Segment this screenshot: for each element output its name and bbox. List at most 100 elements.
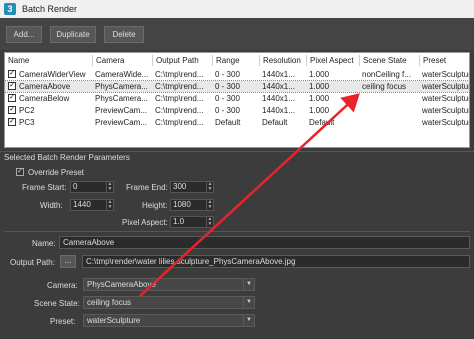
row-output-path: C:\tmp\rend... xyxy=(155,82,204,91)
pixel-aspect-label: Pixel Aspect: xyxy=(122,218,168,227)
table-row[interactable]: ✓ CameraWiderView CameraWide... C:\tmp\r… xyxy=(5,69,469,80)
column-header-resolution[interactable]: Resolution xyxy=(259,55,306,66)
batch-render-table[interactable]: Name Camera Output Path Range Resolution… xyxy=(4,52,470,148)
row-range: 0 - 300 xyxy=(215,70,240,79)
row-output-path: C:\tmp\rend... xyxy=(155,118,204,127)
scene-state-value: ceiling focus xyxy=(87,298,132,307)
width-spinner[interactable]: 1440 ▲ ▼ xyxy=(70,199,114,211)
camera-dropdown[interactable]: PhysCameraAbove ▼ xyxy=(83,278,255,291)
frame-start-value: 0 xyxy=(73,182,78,191)
spinner-arrows-icon[interactable]: ▲ ▼ xyxy=(206,182,213,192)
row-preset: waterSculpture xyxy=(422,70,469,79)
frame-start-spinner[interactable]: 0 ▲ ▼ xyxy=(70,181,114,193)
title-bar: 3 Batch Render xyxy=(0,0,474,18)
section-divider xyxy=(0,151,474,152)
row-preset: waterSculpture xyxy=(422,106,469,115)
row-name: PC3 xyxy=(19,118,35,127)
output-path-label: Output Path: xyxy=(10,258,55,267)
table-row[interactable]: ✓ PC3 PreviewCam... C:\tmp\rend... Defau… xyxy=(5,117,469,128)
row-resolution: 1440x1... xyxy=(262,70,295,79)
column-header-camera[interactable]: Camera xyxy=(92,55,152,66)
row-scene-state xyxy=(359,117,419,128)
column-header-scene-state[interactable]: Scene State xyxy=(359,55,419,66)
spinner-arrows-icon[interactable]: ▲ ▼ xyxy=(106,200,113,210)
row-pixel-aspect: 1.000 xyxy=(309,82,330,91)
spinner-arrows-icon[interactable]: ▲ ▼ xyxy=(206,217,213,227)
row-pixel-aspect: 1.000 xyxy=(309,70,330,79)
frame-end-spinner[interactable]: 300 ▲ ▼ xyxy=(170,181,214,193)
row-resolution: 1440x1... xyxy=(262,106,295,115)
column-header-pixel-aspect[interactable]: Pixel Aspect xyxy=(306,55,359,66)
table-row-selected[interactable]: ✓ CameraAbove PhysCamera... C:\tmp\rend.… xyxy=(5,80,469,93)
row-camera: PhysCamera... xyxy=(95,94,148,103)
row-camera: PhysCamera... xyxy=(95,82,148,91)
name-field[interactable]: CameraAbove xyxy=(59,236,470,249)
row-preset: waterSculpture xyxy=(422,82,469,91)
row-range: 0 - 300 xyxy=(215,106,240,115)
dropdown-arrow-icon[interactable]: ▼ xyxy=(243,279,254,290)
checkbox-icon[interactable]: ✓ xyxy=(16,168,24,176)
row-name: CameraBelow xyxy=(19,94,70,103)
camera-value: PhysCameraAbove xyxy=(87,280,156,289)
duplicate-button[interactable]: Duplicate xyxy=(50,26,96,43)
row-scene-state xyxy=(359,93,419,104)
browse-output-button[interactable]: ... xyxy=(60,255,76,268)
row-checkbox[interactable]: ✓ xyxy=(8,106,16,114)
row-range: Default xyxy=(215,118,241,127)
row-resolution: Default xyxy=(262,118,288,127)
height-label: Height: xyxy=(142,201,168,210)
row-output-path: C:\tmp\rend... xyxy=(155,106,204,115)
dropdown-arrow-icon[interactable]: ▼ xyxy=(243,297,254,308)
column-header-range[interactable]: Range xyxy=(212,55,259,66)
table-row[interactable]: ✓ PC2 PreviewCam... C:\tmp\rend... 0 - 3… xyxy=(5,105,469,116)
column-header-name[interactable]: Name xyxy=(5,55,92,66)
column-header-output-path[interactable]: Output Path xyxy=(152,55,212,66)
row-output-path: C:\tmp\rend... xyxy=(155,70,204,79)
spinner-arrows-icon[interactable]: ▲ ▼ xyxy=(206,200,213,210)
scene-state-label: Scene State: xyxy=(34,299,80,308)
preset-dropdown[interactable]: waterSculpture ▼ xyxy=(83,314,255,327)
pixel-aspect-value: 1.0 xyxy=(173,217,185,226)
row-camera: PreviewCam... xyxy=(95,118,148,127)
row-checkbox[interactable]: ✓ xyxy=(8,70,16,78)
row-name: CameraAbove xyxy=(19,82,71,91)
column-header-preset[interactable]: Preset xyxy=(419,55,469,66)
row-resolution: 1440x1... xyxy=(262,82,295,91)
preset-value: waterSculpture xyxy=(87,316,141,325)
section-title: Selected Batch Render Parameters xyxy=(4,153,130,162)
app-icon: 3 xyxy=(4,3,16,15)
delete-button[interactable]: Delete xyxy=(104,26,144,43)
row-preset: waterSculpture xyxy=(422,94,469,103)
frame-end-label: Frame End: xyxy=(126,183,168,192)
name-label: Name: xyxy=(32,239,56,248)
pixel-aspect-spinner[interactable]: 1.0 ▲ ▼ xyxy=(170,216,214,228)
width-label: Width: xyxy=(40,201,63,210)
camera-label: Camera: xyxy=(47,281,78,290)
row-output-path: C:\tmp\rend... xyxy=(155,94,204,103)
row-preset: waterSculpture xyxy=(422,118,469,127)
output-path-field[interactable]: C:\tmp\render\water lilies sculpture_Phy… xyxy=(82,255,470,268)
row-checkbox[interactable]: ✓ xyxy=(8,94,16,102)
divider xyxy=(4,231,470,232)
row-range: 0 - 300 xyxy=(215,94,240,103)
row-checkbox[interactable]: ✓ xyxy=(8,118,16,126)
add-button[interactable]: Add... xyxy=(6,26,42,43)
table-header: Name Camera Output Path Range Resolution… xyxy=(5,55,469,66)
row-checkbox[interactable]: ✓ xyxy=(8,82,16,90)
height-spinner[interactable]: 1080 ▲ ▼ xyxy=(170,199,214,211)
row-range: 0 - 300 xyxy=(215,82,240,91)
row-resolution: 1440x1... xyxy=(262,94,295,103)
dropdown-arrow-icon[interactable]: ▼ xyxy=(243,315,254,326)
row-pixel-aspect: 1.000 xyxy=(309,94,330,103)
row-pixel-aspect: 1.000 xyxy=(309,106,330,115)
frame-start-label: Frame Start: xyxy=(22,183,67,192)
toolbar: Add... Duplicate Delete xyxy=(0,18,474,50)
row-scene-state: ceiling focus xyxy=(362,82,407,91)
scene-state-dropdown[interactable]: ceiling focus ▼ xyxy=(83,296,255,309)
row-name: CameraWiderView xyxy=(19,70,86,79)
table-row[interactable]: ✓ CameraBelow PhysCamera... C:\tmp\rend.… xyxy=(5,93,469,104)
window-title: Batch Render xyxy=(22,4,78,14)
row-scene-state: nonCeiling f... xyxy=(362,70,411,79)
frame-end-value: 300 xyxy=(173,182,187,191)
spinner-arrows-icon[interactable]: ▲ ▼ xyxy=(106,182,113,192)
